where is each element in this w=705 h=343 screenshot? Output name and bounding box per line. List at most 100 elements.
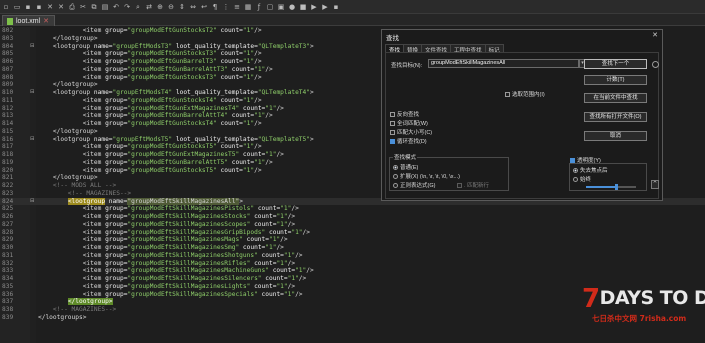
code-text: <item group="groupModEftGunBarrelAttT3" …: [38, 66, 273, 74]
fold-toggle-icon[interactable]: ⊟: [30, 43, 35, 51]
transparency-on-lose-focus-radio[interactable]: [573, 167, 578, 173]
record-icon[interactable]: ●: [288, 3, 296, 11]
code-token: count=: [239, 104, 266, 112]
find-icon[interactable]: ⌕: [134, 3, 142, 11]
code-token: "1": [265, 151, 277, 158]
transparency-always-option[interactable]: 始终: [573, 175, 591, 183]
code-line[interactable]: 831 <item group="groupModEftSkillMagazin…: [0, 252, 705, 260]
code-token: />: [254, 143, 262, 151]
redo-icon[interactable]: ↷: [123, 3, 131, 11]
play-multi-icon[interactable]: ▶: [321, 3, 329, 11]
save-icon[interactable]: ▪: [24, 3, 32, 11]
code-line[interactable]: 829 <item group="groupModEftSkillMagazin…: [0, 236, 705, 244]
find-next-button[interactable]: 查找下一个: [584, 59, 647, 69]
mode-extended-option[interactable]: 扩展(X) (\n, \r, \t, \0, \x...): [393, 172, 460, 180]
in-selection-checkbox[interactable]: [505, 91, 510, 97]
paste-icon[interactable]: ▤: [101, 3, 109, 11]
find-in-all-button[interactable]: 查找所有打开文件(O): [584, 112, 647, 122]
fold-toggle-icon[interactable]: ⊟: [30, 136, 35, 144]
copy-icon[interactable]: ⧉: [90, 3, 98, 11]
mode-extended-radio[interactable]: [393, 173, 398, 179]
wrap-checkbox[interactable]: [390, 138, 395, 144]
count-button[interactable]: 计数(T): [584, 75, 647, 85]
cancel-button[interactable]: 取消: [584, 131, 647, 141]
code-token: "1": [242, 120, 255, 127]
line-number: 803: [2, 34, 14, 42]
mode-normal-radio[interactable]: [393, 164, 398, 170]
doc-map-icon[interactable]: ▦: [244, 3, 252, 11]
direction-toggle-icon[interactable]: [652, 61, 659, 68]
mode-regex-radio[interactable]: [393, 182, 398, 188]
monitor-icon[interactable]: ▣: [277, 3, 285, 11]
code-text: <lootgroup name="groupEftModsT5" loot_qu…: [38, 136, 314, 144]
fold-toggle-icon[interactable]: ⊟: [30, 89, 35, 97]
watermark-title-text: DAYS TO DIE: [599, 287, 705, 309]
find-dialog[interactable]: 查找 ✕ 查找 替换 文件查找 工程中查找 标记 查找目标(N): groupM…: [381, 29, 663, 201]
print-icon[interactable]: ⎙: [68, 3, 76, 11]
wrap-icon[interactable]: ↩: [200, 3, 208, 11]
dot-newline-checkbox[interactable]: [457, 182, 462, 188]
folder-icon[interactable]: ▢: [266, 3, 274, 11]
wrap-option[interactable]: 循环查找(D): [390, 137, 427, 145]
tab-loot-xml[interactable]: loot.xml ✕: [2, 15, 55, 26]
stop-icon[interactable]: ■: [299, 3, 307, 11]
code-line[interactable]: 828 <item group="groupModEftSkillMagazin…: [0, 229, 705, 237]
match-case-checkbox[interactable]: [390, 129, 395, 135]
cut-icon[interactable]: ✂: [79, 3, 87, 11]
code-line[interactable]: 825 <item group="groupModEftSkillMagazin…: [0, 205, 705, 213]
zoom-in-icon[interactable]: ⊕: [156, 3, 164, 11]
undo-icon[interactable]: ↶: [112, 3, 120, 11]
open-file-icon[interactable]: ▭: [13, 3, 21, 11]
replace-icon[interactable]: ⇄: [145, 3, 153, 11]
reverse-option[interactable]: 反向查找: [390, 110, 419, 118]
in-selection-option[interactable]: 选取范围内(I): [505, 90, 545, 98]
close-all-icon[interactable]: ✕: [57, 3, 65, 11]
code-token: <item: [38, 275, 106, 282]
code-line[interactable]: 833 <item group="groupModEftSkillMagazin…: [0, 267, 705, 275]
dot-newline-option[interactable]: . 匹配新行: [457, 181, 489, 189]
new-file-icon[interactable]: ▫: [2, 3, 10, 11]
tab-close-icon[interactable]: ✕: [43, 17, 49, 25]
function-list-icon[interactable]: ƒ: [255, 3, 263, 11]
code-token: count=: [257, 251, 284, 259]
code-line[interactable]: 832 <item group="groupModEftSkillMagazin…: [0, 260, 705, 268]
code-token: <item: [38, 228, 106, 236]
transparency-slider[interactable]: [586, 184, 636, 190]
find-input[interactable]: groupModEftSkillMagazinesAll: [428, 59, 579, 68]
whole-word-option[interactable]: 全词匹配(W): [390, 119, 428, 127]
line-number: 836: [2, 290, 14, 298]
find-in-current-button[interactable]: 在当前文件中查找: [584, 93, 647, 103]
transparency-checkbox[interactable]: [570, 157, 575, 163]
close-icon[interactable]: ✕: [652, 31, 658, 39]
code-token: "groupModEftGunStocksT4": [127, 96, 217, 104]
code-token: group=: [105, 282, 128, 290]
code-token: "groupModEftGunBarrelAttT4": [127, 112, 229, 120]
lang-icon[interactable]: ≡: [233, 3, 241, 11]
play-icon[interactable]: ▶: [310, 3, 318, 11]
code-token: "1": [276, 259, 288, 267]
code-line[interactable]: 827 <item group="groupModEftSkillMagazin…: [0, 221, 705, 229]
zoom-out-icon[interactable]: ⊖: [167, 3, 175, 11]
whole-word-checkbox[interactable]: [390, 120, 395, 126]
code-line[interactable]: 830 <item group="groupModEftSkillMagazin…: [0, 244, 705, 252]
sync-v-icon[interactable]: ⇕: [178, 3, 186, 11]
match-case-option[interactable]: 匹配大小写(C): [390, 128, 432, 136]
sync-h-icon[interactable]: ⇔: [189, 3, 197, 11]
transparency-always-radio[interactable]: [573, 176, 578, 182]
indent-guide-icon[interactable]: ⋮: [222, 3, 230, 11]
show-all-icon[interactable]: ¶: [211, 3, 219, 11]
fold-toggle-icon[interactable]: ⊟: [30, 198, 35, 206]
transparency-on-lose-focus-option[interactable]: 失去焦点后: [573, 166, 608, 174]
tab-bar: loot.xml ✕: [0, 14, 705, 26]
save-macro-icon[interactable]: ▪: [332, 3, 340, 11]
mode-normal-option[interactable]: 普通(E): [393, 163, 418, 171]
reverse-checkbox[interactable]: [390, 111, 395, 117]
transparency-slider-thumb[interactable]: [614, 184, 618, 190]
save-all-icon[interactable]: ▪: [35, 3, 43, 11]
expand-icon[interactable]: ^: [651, 180, 659, 189]
code-token: </lootgroup>: [38, 174, 98, 182]
code-line[interactable]: 826 <item group="groupModEftSkillMagazin…: [0, 213, 705, 221]
close-icon[interactable]: ✕: [46, 3, 54, 11]
mode-regex-option[interactable]: 正则表达式(G): [393, 181, 435, 189]
mode-normal-label: 普通(E): [400, 165, 419, 171]
